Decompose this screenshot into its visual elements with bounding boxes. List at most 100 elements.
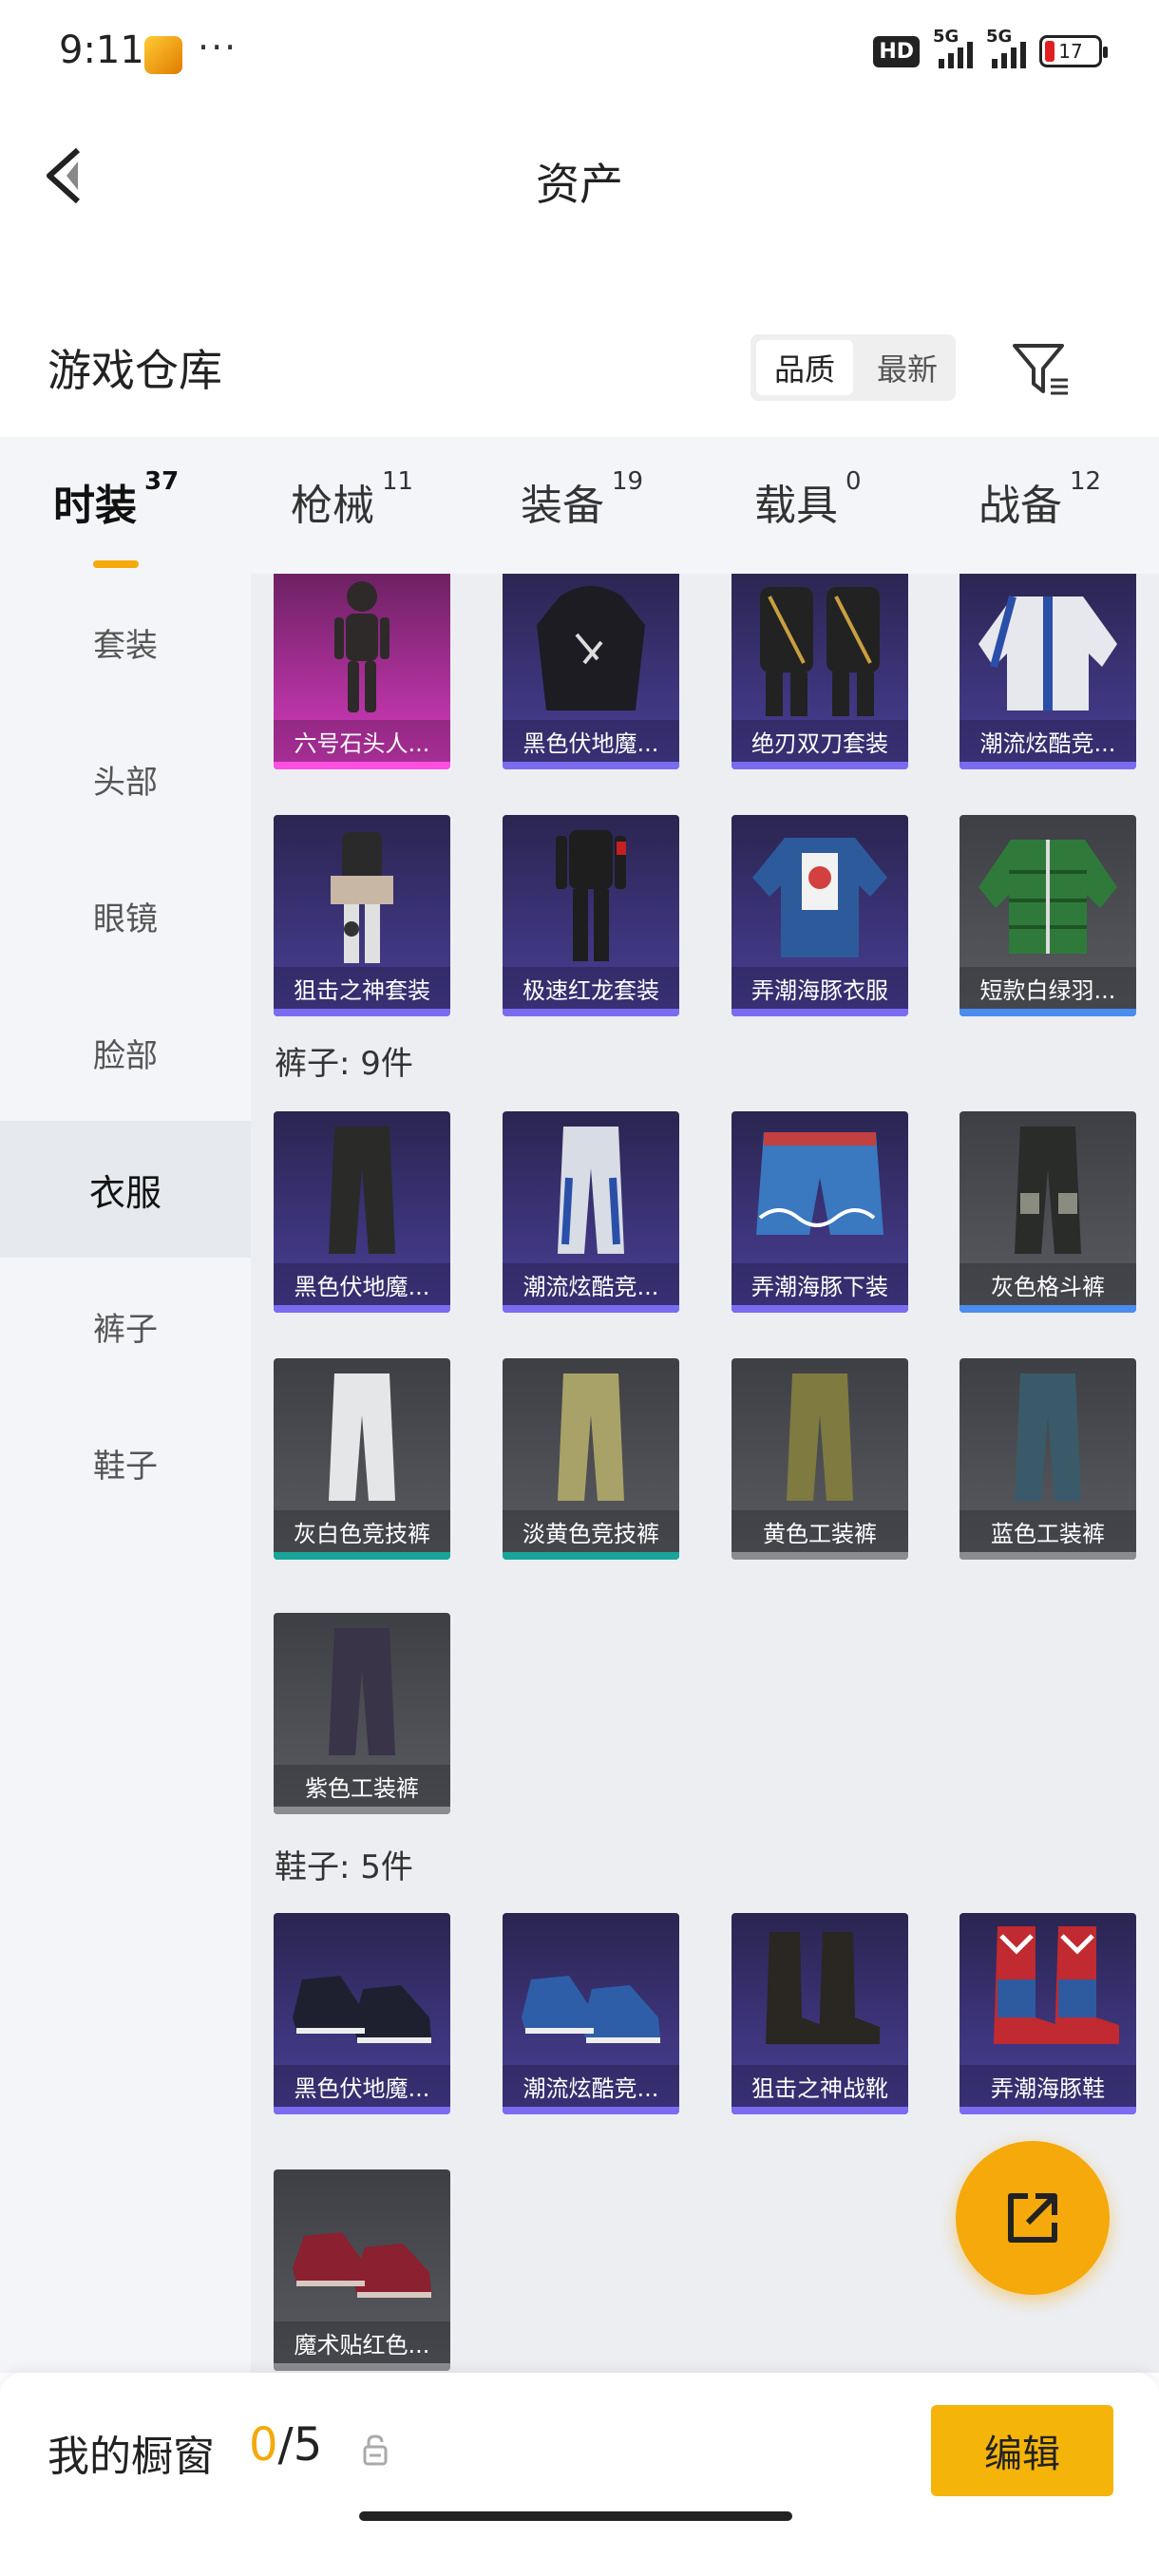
item-label: 弄潮海豚鞋 [960, 2065, 1136, 2107]
item-card[interactable]: 黑色伏地魔... [503, 574, 679, 769]
signal-icon: 5G [933, 27, 973, 68]
item-label: 紫色工装裤 [274, 1765, 450, 1807]
showcase-label: 我的橱窗 [48, 2433, 215, 2481]
item-card[interactable]: 弄潮海豚下装 [732, 1111, 908, 1313]
item-card[interactable]: 潮流炫酷竞... [503, 1111, 679, 1313]
app-notification-icon [144, 36, 182, 74]
item-label: 狙击之神战靴 [732, 2065, 908, 2107]
item-label: 六号石头人... [274, 720, 450, 762]
sidebar-item-shoes[interactable]: 鞋子 [0, 1394, 251, 1531]
lock-icon [363, 2434, 388, 2466]
pants-icon [558, 1127, 624, 1254]
edit-button[interactable]: 编辑 [931, 2405, 1113, 2496]
item-label: 黑色伏地魔... [503, 720, 679, 762]
sneakers-icon [293, 2232, 431, 2298]
hd-voice-icon: HD [873, 35, 920, 67]
item-label: 灰色格斗裤 [960, 1263, 1136, 1305]
pants-icon [329, 1628, 395, 1755]
pants-icon [1015, 1127, 1081, 1254]
item-card[interactable]: 黑色伏地魔... [274, 1111, 450, 1313]
item-label: 潮流炫酷竞... [503, 1263, 679, 1305]
item-label: 潮流炫酷竞... [503, 2065, 679, 2107]
item-card[interactable]: 狙击之神套装 [274, 815, 450, 1016]
item-label: 极速红龙套装 [503, 967, 679, 1009]
item-label: 魔术贴红色... [274, 2321, 450, 2363]
home-indicator[interactable] [359, 2511, 792, 2521]
filter-icon [1013, 344, 1068, 395]
sort-newest-button[interactable]: 最新 [859, 334, 956, 401]
boots-icon [766, 1932, 880, 2044]
item-card[interactable]: 黑色伏地魔... [274, 1913, 450, 2114]
item-label: 潮流炫酷竞... [960, 720, 1136, 762]
item-card[interactable]: 狙击之神战靴 [732, 1913, 908, 2114]
pants-icon [787, 1373, 853, 1501]
item-card[interactable]: 极速红龙套装 [503, 815, 679, 1016]
item-label: 蓝色工装裤 [960, 1510, 1136, 1552]
status-time: 9:11 [59, 28, 144, 72]
nav-bar: 资产 [0, 114, 1159, 237]
down-jacket-icon [978, 840, 1117, 954]
pants-icon [1015, 1373, 1081, 1501]
high-boots-icon [994, 1926, 1119, 2044]
item-label: 狙击之神套装 [274, 967, 450, 1009]
sort-toggle: 品质 最新 [750, 334, 956, 401]
item-card[interactable]: 弄潮海豚鞋 [960, 1913, 1136, 2114]
item-label: 弄潮海豚下装 [732, 1263, 908, 1305]
share-button[interactable] [956, 2141, 1110, 2295]
item-card[interactable]: 灰白色竞技裤 [274, 1358, 450, 1560]
showcase-count: 0/5 [249, 2418, 323, 2472]
outfit-pair-icon [760, 587, 880, 716]
item-card[interactable]: 黄色工装裤 [732, 1358, 908, 1560]
hoodie-icon [537, 586, 645, 710]
item-grid: 六号石头人... 黑色伏地魔... 绝刃双刀套装 潮流炫酷竞... 狙击之神套装… [251, 574, 1159, 2373]
item-label: 弄潮海豚衣服 [732, 967, 908, 1009]
item-label: 黄色工装裤 [732, 1510, 908, 1552]
tab-weapons[interactable]: 枪械 11 [291, 467, 413, 532]
armor-suit-icon [334, 581, 390, 712]
tab-vehicles[interactable]: 载具 0 [754, 467, 862, 532]
group-title-shoes: 鞋子: 5件 [275, 1848, 413, 1886]
sidebar-item-pants[interactable]: 裤子 [0, 1258, 251, 1394]
sidebar-item-sets[interactable]: 套装 [0, 574, 251, 710]
filter-button[interactable] [1007, 336, 1074, 403]
battery-icon: 17 [1039, 35, 1108, 67]
shorts-icon [756, 1132, 884, 1235]
item-card[interactable]: 魔术贴红色... [274, 2169, 450, 2371]
more-notifications-icon: ··· [198, 27, 238, 68]
item-label: 黑色伏地魔... [274, 1263, 450, 1305]
jacket-icon [978, 595, 1117, 710]
item-card[interactable]: 潮流炫酷竞... [960, 574, 1136, 769]
item-card[interactable]: 蓝色工装裤 [960, 1358, 1136, 1560]
signal-icon-2: 5G [986, 27, 1026, 68]
sort-quality-button[interactable]: 品质 [756, 340, 853, 395]
item-card[interactable]: 紫色工装裤 [274, 1613, 450, 1814]
share-external-icon [1008, 2193, 1057, 2243]
sidebar-item-glasses[interactable]: 眼镜 [0, 847, 251, 984]
outfit-icon [556, 830, 626, 961]
sidebar-item-clothes[interactable]: 衣服 [0, 1121, 251, 1258]
item-label: 灰白色竞技裤 [274, 1510, 450, 1552]
tab-fashion[interactable]: 时装 37 [53, 467, 179, 568]
item-card[interactable]: 六号石头人... [274, 574, 450, 769]
shirt-icon [752, 838, 887, 957]
group-title-pants: 裤子: 9件 [275, 1045, 413, 1083]
tab-supplies[interactable]: 战备 12 [978, 467, 1101, 532]
sidebar-item-head[interactable]: 头部 [0, 710, 251, 847]
item-card[interactable]: 淡黄色竞技裤 [503, 1358, 679, 1560]
pants-icon [329, 1373, 395, 1501]
outfit-icon [331, 832, 393, 963]
item-card[interactable]: 短款白绿羽... [960, 815, 1136, 1016]
item-card[interactable]: 绝刃双刀套装 [732, 574, 908, 769]
status-bar: 9:11 ··· HD 5G 5G 17 [0, 0, 1159, 114]
sneakers-icon [293, 1976, 431, 2043]
item-card[interactable]: 潮流炫酷竞... [503, 1913, 679, 2114]
item-card[interactable]: 弄潮海豚衣服 [732, 815, 908, 1016]
item-label: 淡黄色竞技裤 [503, 1510, 679, 1552]
warehouse-title: 游戏仓库 [48, 345, 222, 396]
page-title: 资产 [536, 159, 623, 210]
category-tabs: 时装 37 枪械 11 装备 19 载具 0 战备 12 [0, 437, 1159, 574]
sidebar-item-face[interactable]: 脸部 [0, 984, 251, 1121]
tab-equipment[interactable]: 装备 19 [521, 467, 643, 532]
item-card[interactable]: 灰色格斗裤 [960, 1111, 1136, 1313]
subcategory-sidebar: 套装 头部 眼镜 脸部 衣服 裤子 鞋子 [0, 574, 251, 2373]
